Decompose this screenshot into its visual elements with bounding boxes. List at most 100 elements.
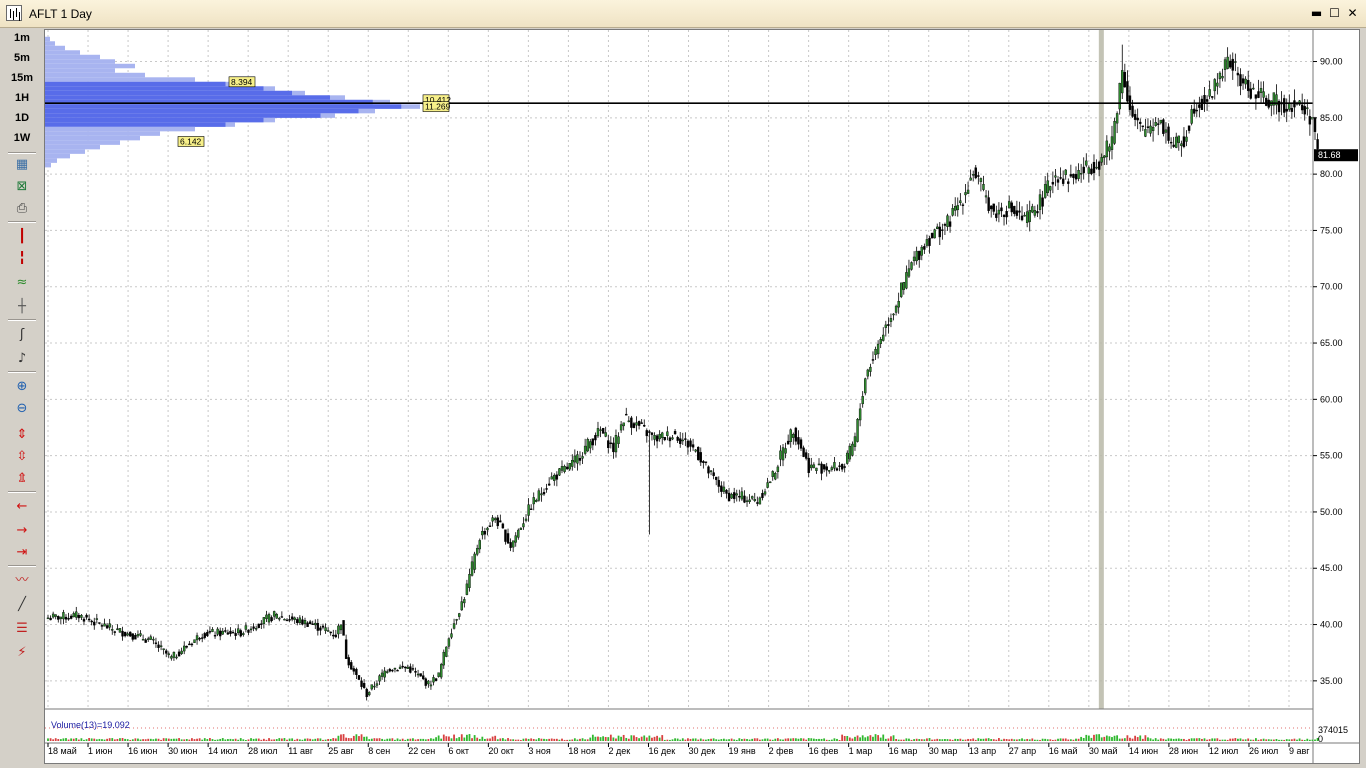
chart-properties-icon[interactable]: ▦ [10, 155, 34, 175]
timeframe-1w-button[interactable]: 1W [2, 129, 42, 148]
volume-bar [1298, 738, 1301, 741]
volume-bar [794, 738, 797, 741]
candle-body [239, 630, 242, 637]
bar-chart-icon[interactable]: ╏ [10, 249, 34, 269]
candle-body [488, 525, 492, 527]
candle [607, 434, 610, 454]
timeframe-15m-button[interactable]: 15m [2, 69, 42, 88]
volume-profile-bar [45, 144, 100, 150]
candle [882, 327, 885, 342]
volume-bar [635, 737, 638, 741]
time-tick-label: 22 сен [408, 746, 435, 756]
candle-body [1100, 157, 1103, 163]
volume-profile-bar [45, 162, 51, 168]
close-button[interactable]: ✕ [1345, 6, 1360, 21]
candle [1151, 118, 1155, 142]
candle [85, 613, 88, 620]
volume-bar [47, 738, 49, 741]
candle [80, 613, 83, 621]
candles [46, 44, 1319, 701]
candle [763, 488, 767, 497]
candle-body [715, 476, 718, 480]
candle [1000, 202, 1003, 218]
print-icon[interactable]: ⎙ [10, 199, 34, 219]
candle [810, 457, 813, 471]
volume-bar [234, 738, 237, 741]
volume-profile-bar [45, 77, 195, 82]
scroll-right-icon[interactable]: → [10, 521, 34, 541]
volume-profile-label: 8.394 [228, 76, 256, 88]
candle [640, 419, 643, 424]
candle-body [833, 462, 836, 469]
candle [311, 620, 314, 625]
candle-body [1121, 70, 1124, 94]
indicator-icon[interactable]: 〰 [10, 571, 34, 591]
volume-bar [65, 738, 67, 741]
volume-bar [383, 739, 386, 741]
candle-body [792, 434, 795, 438]
volume-bar [388, 738, 391, 741]
candle [704, 461, 708, 466]
candle-body [928, 237, 931, 246]
candle-body [645, 430, 649, 437]
candle [671, 435, 674, 441]
chart-area[interactable]: 8.394 10.412 11.269 6.142 35.00 40.00 45.00 50… [44, 29, 1360, 764]
candle-body [1139, 121, 1142, 124]
volume-bar [1041, 738, 1044, 741]
volume-bar [373, 738, 376, 741]
volume-bar [316, 738, 319, 741]
candle-body [1223, 59, 1227, 70]
candle [1223, 57, 1227, 82]
timeframe-1m-button[interactable]: 1m [2, 29, 42, 48]
timeframe-1d-button[interactable]: 1D [2, 109, 42, 128]
maximize-button[interactable]: ☐ [1327, 6, 1342, 21]
fit-vertical-icon[interactable]: ⇭ [10, 469, 34, 489]
candle-body [925, 239, 929, 246]
candle [858, 403, 862, 427]
candle-body [260, 623, 263, 625]
delete-drawings-icon[interactable]: ⚡ [10, 643, 34, 663]
compress-vertical-icon[interactable]: ⇳ [10, 447, 34, 467]
volume-bar [733, 739, 736, 741]
timeframe-5m-button[interactable]: 5m [2, 49, 42, 68]
excel-export-icon[interactable]: ⊠ [10, 177, 34, 197]
zoom-out-icon[interactable]: ⊖ [10, 399, 34, 419]
volume-bar [298, 739, 301, 741]
candle [1228, 54, 1232, 69]
candle-body [157, 644, 160, 648]
candle-body [702, 461, 705, 463]
candle [1028, 200, 1031, 232]
minimize-button[interactable]: ▬ [1309, 6, 1324, 21]
candle [499, 514, 502, 523]
draw-line-icon[interactable]: ╱ [10, 595, 34, 615]
line-chart-icon[interactable]: ≈ [10, 273, 34, 293]
timeframe-1h-button[interactable]: 1H [2, 89, 42, 108]
crosshair-icon[interactable]: ┼ [10, 297, 34, 317]
candle [154, 637, 158, 648]
scroll-end-icon[interactable]: ⇥ [10, 543, 34, 563]
volume-bar [1311, 739, 1314, 741]
candle [519, 527, 523, 530]
candle-body [1200, 98, 1204, 110]
candle [558, 468, 561, 477]
volume-bar [1159, 738, 1162, 741]
cursor-bold-icon[interactable]: ♪ [10, 349, 34, 369]
volume-bar [185, 739, 188, 741]
candlestick-icon[interactable]: ┃ [10, 227, 34, 247]
volume-bar [851, 738, 854, 741]
volume-bar [322, 739, 324, 741]
volume-bar [607, 737, 610, 741]
volume-bar [257, 738, 260, 741]
candle-body [450, 633, 453, 638]
zoom-in-icon[interactable]: ⊕ [10, 377, 34, 397]
stretch-vertical-icon[interactable]: ⇕ [10, 425, 34, 445]
volume-bar [296, 738, 299, 741]
cursor-line-icon[interactable]: ʃ [10, 325, 34, 345]
fibonacci-icon[interactable]: ☰ [10, 619, 34, 639]
volume-bar [1147, 737, 1149, 741]
scroll-left-icon[interactable]: ← [10, 497, 34, 517]
volume-bar [800, 738, 802, 741]
time-tick-label: 16 дек [648, 746, 675, 756]
price-chart[interactable]: 8.39410.41211.2696.142 35.0040.0045.0050… [45, 30, 1359, 763]
candle-body [547, 483, 551, 486]
